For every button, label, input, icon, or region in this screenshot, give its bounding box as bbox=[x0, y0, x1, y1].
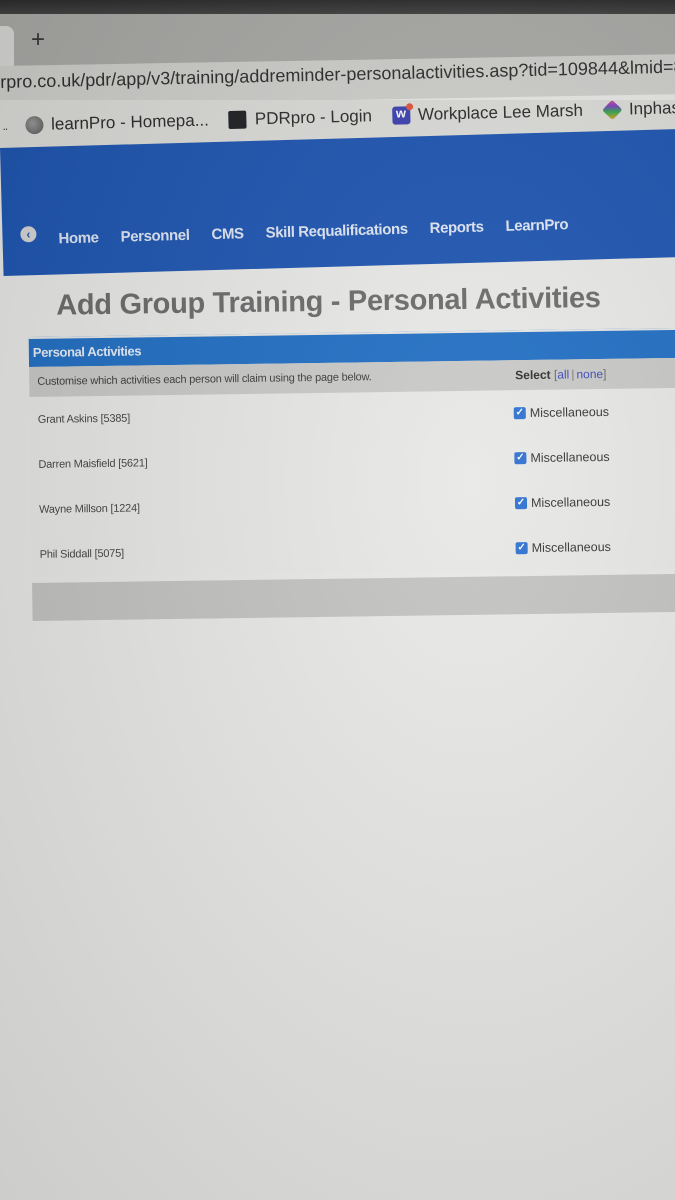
bookmark-label: Inphase bbox=[628, 97, 675, 119]
bookmark-pdrpro[interactable]: PDRpro - Login bbox=[228, 106, 373, 130]
activity-label[interactable]: Miscellaneous bbox=[530, 449, 609, 464]
personal-activities-panel: Personal Activities Customise which acti… bbox=[28, 327, 675, 621]
bookmark-label: Workplace Lee Marsh bbox=[417, 100, 584, 125]
select-label: Select bbox=[515, 367, 551, 383]
panel-footer bbox=[32, 573, 675, 621]
activity-checkbox-row[interactable]: ✓ Miscellaneous bbox=[513, 404, 609, 420]
person-list: Grant Askins [5385] ✓ Miscellaneous Darr… bbox=[29, 387, 675, 577]
activity-label[interactable]: Miscellaneous bbox=[530, 404, 609, 419]
activity-checkbox-row[interactable]: ✓ Miscellaneous bbox=[514, 449, 610, 465]
bookmark-label: learnPro - Homepa... bbox=[50, 110, 210, 134]
nav-cms[interactable]: CMS bbox=[211, 225, 244, 243]
checkbox-checked-icon[interactable]: ✓ bbox=[514, 451, 527, 464]
main-nav: ‹ Home Personnel CMS Skill Requalificati… bbox=[20, 216, 590, 249]
activity-label[interactable]: Miscellaneous bbox=[531, 494, 610, 509]
select-all-link[interactable]: all bbox=[557, 367, 569, 381]
active-tab-edge[interactable] bbox=[0, 26, 14, 70]
checkbox-checked-icon[interactable]: ✓ bbox=[513, 406, 526, 419]
inphase-icon bbox=[601, 99, 623, 121]
person-name: Grant Askins [5385] bbox=[37, 412, 131, 426]
nav-skill-requalifications[interactable]: Skill Requalifications bbox=[265, 221, 407, 242]
select-none-link[interactable]: none bbox=[576, 367, 603, 381]
bookmark-inphase[interactable]: Inphase bbox=[601, 97, 675, 121]
nav-reports[interactable]: Reports bbox=[429, 219, 483, 237]
person-name: Wayne Millson [1224] bbox=[38, 501, 140, 516]
learnpro-icon bbox=[24, 115, 44, 135]
workplace-icon bbox=[391, 106, 411, 125]
pdrpro-icon bbox=[228, 110, 248, 130]
bookmark-learnpro[interactable]: learnPro - Homepa... bbox=[24, 110, 210, 136]
person-name: Darren Maisfield [5621] bbox=[38, 456, 148, 471]
bookmark-workplace[interactable]: Workplace Lee Marsh bbox=[391, 100, 584, 126]
person-name: Phil Siddall [5075] bbox=[39, 547, 125, 561]
activity-checkbox-row[interactable]: ✓ Miscellaneous bbox=[514, 494, 610, 509]
bracket-close: ] bbox=[603, 366, 607, 381]
site-header: ‹ Home Personnel CMS Skill Requalificati… bbox=[0, 127, 675, 276]
checkbox-checked-icon[interactable]: ✓ bbox=[514, 496, 528, 509]
new-tab-button[interactable]: + bbox=[28, 28, 48, 52]
chevron-left-icon[interactable]: ‹ bbox=[20, 225, 37, 242]
page-title: Add Group Training - Personal Activities bbox=[55, 282, 601, 322]
checkbox-checked-icon[interactable]: ✓ bbox=[515, 541, 528, 554]
main-content: Add Group Training - Personal Activities… bbox=[28, 280, 675, 621]
select-control: Select [all | none] bbox=[515, 367, 606, 382]
activity-checkbox-row[interactable]: ✓ Miscellaneous bbox=[515, 539, 611, 554]
nav-personnel[interactable]: Personnel bbox=[120, 227, 189, 246]
panel-description: Customise which activities each person w… bbox=[37, 371, 372, 388]
bookmarks-overflow[interactable]: .. bbox=[2, 119, 7, 133]
activity-label[interactable]: Miscellaneous bbox=[532, 539, 611, 554]
nav-learnpro[interactable]: LearnPro bbox=[505, 216, 568, 235]
person-row: Phil Siddall [5075] ✓ Miscellaneous bbox=[31, 522, 675, 577]
separator: | bbox=[571, 367, 575, 382]
bookmark-label: PDRpro - Login bbox=[254, 106, 373, 129]
nav-home[interactable]: Home bbox=[58, 229, 99, 247]
